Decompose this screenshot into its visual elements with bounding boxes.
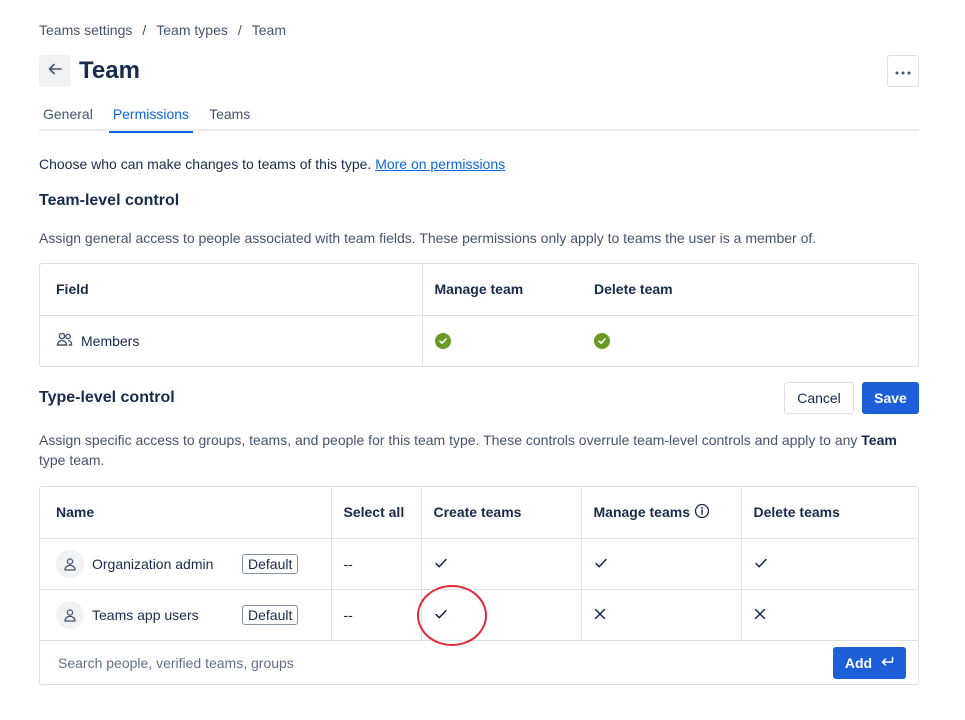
column-header-select-all[interactable]: Select all	[330, 487, 421, 539]
select-all-value[interactable]: --	[330, 538, 421, 590]
role-name: Organization admin	[92, 555, 214, 572]
cross-icon[interactable]	[754, 607, 766, 623]
column-header-manage-team: Manage team	[421, 264, 582, 316]
team-level-description: Assign general access to people associat…	[39, 230, 817, 246]
cross-icon[interactable]	[594, 607, 606, 623]
more-on-permissions-link[interactable]: More on permissions	[375, 156, 505, 172]
breadcrumb-team-types[interactable]: Team types	[156, 22, 228, 38]
add-button[interactable]: Add	[833, 646, 906, 679]
check-icon[interactable]	[754, 556, 768, 572]
field-name: Members	[81, 332, 140, 349]
tab-permissions[interactable]: Permissions	[108, 100, 194, 133]
people-icon	[56, 331, 73, 350]
info-icon[interactable]	[694, 503, 710, 522]
person-avatar-icon	[56, 549, 84, 578]
enter-return-icon	[880, 655, 894, 671]
default-badge: Default	[242, 604, 299, 625]
tab-general[interactable]: General	[39, 100, 97, 131]
type-level-title: Type-level control	[39, 389, 175, 406]
manage-teams-label: Manage teams	[593, 504, 690, 521]
team-type-name: Team	[861, 432, 897, 448]
tab-list: General Permissions Teams	[39, 100, 919, 133]
column-header-manage-teams: Manage teams	[580, 487, 741, 539]
breadcrumb-team[interactable]: Team	[252, 22, 286, 38]
intro-text: Choose who can make changes to teams of …	[39, 156, 376, 172]
check-circle-icon	[434, 332, 451, 349]
default-badge: Default	[242, 553, 299, 574]
more-horizontal-icon	[895, 62, 911, 80]
type-level-description: Assign specific access to groups, teams,…	[39, 430, 919, 470]
select-all-value[interactable]: --	[330, 589, 421, 640]
arrow-left-icon	[47, 61, 63, 82]
permissions-intro: Choose who can make changes to teams of …	[39, 156, 505, 172]
breadcrumb-separator: /	[237, 22, 242, 38]
type-level-table: Name Select all Create teams Manage team…	[39, 486, 919, 685]
table-row: Organization admin Default --	[40, 538, 918, 590]
check-circle-icon	[594, 332, 610, 349]
save-button[interactable]: Save	[862, 382, 919, 414]
cancel-button[interactable]: Cancel	[784, 382, 854, 414]
check-icon[interactable]	[434, 556, 448, 572]
page-title: Team	[79, 57, 140, 84]
more-actions-button[interactable]	[887, 55, 919, 87]
type-level-description-suffix: type team.	[39, 452, 105, 468]
add-member-row: Add	[40, 640, 918, 684]
check-icon[interactable]	[434, 607, 448, 623]
role-name: Teams app users	[92, 606, 199, 623]
add-label: Add	[844, 654, 873, 671]
check-icon[interactable]	[594, 556, 608, 572]
breadcrumb: Teams settings / Team types / Team	[39, 22, 286, 38]
column-header-create-teams: Create teams	[420, 487, 581, 539]
column-header-name: Name	[40, 487, 331, 539]
person-avatar-icon	[56, 600, 84, 629]
column-header-delete-team: Delete team	[582, 264, 918, 316]
column-header-delete-teams: Delete teams	[740, 487, 918, 539]
table-row: Members	[40, 315, 918, 366]
table-row: Teams app users Default --	[40, 589, 918, 640]
breadcrumb-separator: /	[142, 22, 147, 38]
search-input[interactable]	[58, 654, 833, 671]
tab-teams[interactable]: Teams	[205, 100, 254, 131]
back-button[interactable]	[39, 55, 71, 87]
page-header: Team	[39, 55, 919, 87]
type-level-description-text: Assign specific access to groups, teams,…	[39, 432, 862, 448]
team-level-title: Team-level control	[39, 192, 180, 209]
breadcrumb-teams-settings[interactable]: Teams settings	[39, 22, 132, 38]
column-header-field: Field	[40, 264, 422, 316]
team-level-table: Field Manage team Delete team Members	[39, 263, 919, 367]
